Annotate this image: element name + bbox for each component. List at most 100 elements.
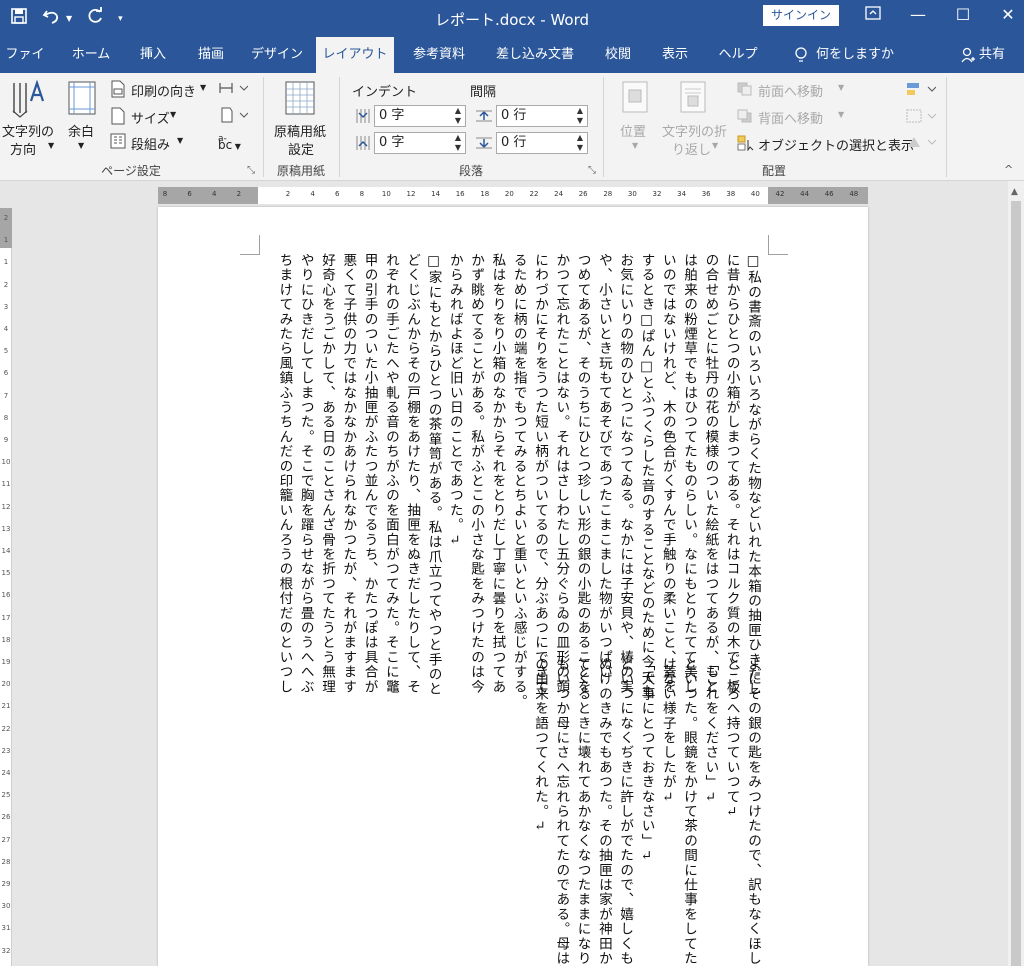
wrap-text-label-1[interactable]: 文字列の折	[662, 121, 727, 140]
text-line[interactable]: 悪くて子供の力ではなかなかあけられなかつたが、それがますます	[337, 253, 358, 694]
group-objects-icon[interactable]	[906, 109, 937, 127]
send-backward-button[interactable]: 背面へ移動	[758, 108, 823, 127]
tab-file[interactable]: ファイル	[0, 37, 50, 98]
collapse-ribbon-icon[interactable]: ^	[1004, 163, 1013, 176]
text-direction-label-2[interactable]: 方向	[10, 139, 36, 158]
tab-insert[interactable]: 挿入	[130, 37, 176, 73]
spinner-arrows-icon[interactable]: ▲ ▼	[455, 106, 461, 126]
scroll-thumb[interactable]	[1011, 201, 1021, 966]
text-line[interactable]: てくるときに壊れてあかなくなつたままになり、由緒	[572, 657, 593, 966]
bring-forward-button[interactable]: 前面へ移動	[758, 81, 823, 100]
chevron-down-icon[interactable]: ▼	[712, 141, 718, 150]
customize-icon[interactable]: ▾	[118, 14, 123, 24]
text-line[interactable]: れぞれの手ごたへや軋る音のちがふのを面白がつてみた。そこに鼈	[380, 253, 401, 694]
columns-button[interactable]: 段組み	[131, 134, 170, 153]
chevron-down-icon[interactable]: ▼	[170, 110, 176, 119]
margins-icon[interactable]	[68, 81, 96, 119]
tab-home[interactable]: ホーム	[62, 37, 120, 73]
minimize-icon[interactable]: —	[903, 5, 933, 24]
text-line[interactable]: 甲の引手のついた小抽匣がふたつ並んでるうち、かたつぽは具合が	[359, 253, 380, 694]
text-line[interactable]: の由来を語つてくれた。↵	[529, 657, 550, 836]
text-line[interactable]: □家にもとからひとつの茶箪笥がある。私は爪立つてやつと手のと	[423, 253, 444, 696]
margins-button[interactable]: 余白	[68, 121, 94, 140]
text-line[interactable]: 好奇心をうごかして、ある日のことさんざ骨を折つてたうとう無理	[316, 253, 337, 694]
indent-before-input[interactable]: 0 字 ▲ ▼	[374, 105, 466, 127]
spinner-arrows-icon[interactable]: ▲ ▼	[455, 133, 461, 153]
chevron-down-icon[interactable]: ▼	[177, 136, 183, 145]
chevron-down-icon[interactable]: ▼	[78, 141, 84, 150]
text-line[interactable]: □私の書斎のいろいろながらくた物などいれた本箱の抽匣ひきだし	[742, 253, 763, 696]
text-line[interactable]: といつた。眼鏡をかけて茶の間に仕事をしてた母はち	[678, 657, 699, 966]
spinner-arrows-icon[interactable]: ▲ ▼	[577, 106, 583, 126]
text-line[interactable]: るために柄の端を指でもつてみるとちよいと重いといふ感じがする。	[508, 253, 529, 709]
chevron-down-icon[interactable]: ▼	[632, 141, 638, 150]
tab-mailings[interactable]: 差し込み文書	[486, 37, 584, 73]
close-icon[interactable]: ✕	[993, 5, 1023, 24]
wrap-text-label-2[interactable]: り返し	[672, 139, 711, 158]
chevron-down-icon[interactable]: ▼	[48, 141, 54, 150]
text-direction-label-1[interactable]: 文字列の	[2, 121, 54, 140]
tab-help[interactable]: ヘルプ	[710, 37, 766, 73]
dialog-launcher-icon[interactable]: ⤡	[247, 165, 255, 176]
wrap-text-icon[interactable]	[680, 81, 706, 117]
text-line[interactable]: かつて忘れたことはない。それはさしわたし五分ぐらゐの皿形の頭	[550, 253, 571, 694]
text-direction-icon[interactable]	[10, 79, 50, 123]
text-line[interactable]: 「大事にとつておきなさい」↵	[636, 657, 657, 865]
text-line[interactable]: は舶来の粉煙草でもはひつてたものらしい。なにもとりたてて美し	[678, 253, 699, 694]
save-icon[interactable]	[10, 7, 28, 30]
ribbon-display-options-icon[interactable]	[858, 5, 888, 24]
text-line[interactable]: からみればよほど旧い日のことであつた。↵	[444, 253, 465, 549]
spinner-arrows-icon[interactable]: ▲ ▼	[577, 133, 583, 153]
text-line[interactable]: といつになくぢきに許しがでたので、嬉しくもあり、	[614, 657, 635, 966]
space-before-input[interactable]: 0 行 ▲ ▼	[496, 105, 588, 127]
hyphenation-button[interactable]: a-bc ▼	[218, 130, 241, 158]
scroll-up-icon[interactable]: ▲	[1011, 187, 1018, 197]
text-line[interactable]: するとき□ぱん□とふつくらした音のすることなどのために今でも	[636, 253, 657, 699]
text-line[interactable]: 「これをください」↵	[699, 657, 720, 806]
text-line[interactable]: や、小さいとき玩もてあそびであつたこまこました物がいつぱい	[593, 253, 614, 679]
tab-design[interactable]: デザイン	[246, 37, 308, 73]
rotate-icon[interactable]	[906, 135, 937, 153]
text-line[interactable]: の合せめごとに牡丹の花の模様のついた絵紙をはつてあるが、もと	[699, 253, 720, 694]
tab-review[interactable]: 校閲	[596, 37, 640, 73]
align-icon[interactable]	[906, 82, 937, 100]
maximize-icon[interactable]: ☐	[948, 5, 978, 24]
selection-pane-button[interactable]: オブジェクトの選択と表示	[758, 135, 914, 154]
document-page[interactable]: □私の書斎のいろいろながらくた物などいれた本箱の抽匣ひきだし に昔からひとつの小箱…	[158, 207, 868, 966]
text-line[interactable]: やりにひきだしてしまつた。そこで胸を躍らせながら畳のうへへぶ	[295, 253, 316, 694]
share-button[interactable]: 共有	[950, 37, 1016, 73]
signin-button[interactable]: サインイン	[763, 5, 839, 26]
text-line[interactable]: 私はをりをり小箱のなかからそれをとりだし丁寧に曇りを拭つてあ	[486, 253, 507, 694]
space-after-input[interactable]: 0 行 ▲ ▼	[496, 132, 588, 154]
text-line[interactable]: ぬけのきみでもあつた。その抽匣は家が神田からこの	[593, 657, 614, 966]
horizontal-ruler[interactable]: 8 6 4 2 2 4 6 8 10 12 14 16 18 20 22 24 26 28 30 32 34 36 38 40…	[158, 187, 868, 204]
size-button[interactable]: サイズ	[131, 108, 170, 127]
genkou-button-label-1[interactable]: 原稿用紙	[274, 121, 326, 140]
text-line[interactable]: にわづかにそりをうつた短い柄がついてるので、分ぶあつにできて	[529, 253, 550, 694]
tab-view[interactable]: 表示	[652, 37, 698, 73]
breaks-icon[interactable]	[218, 81, 249, 99]
text-line[interactable]: に昔からひとつの小箱がしまつてある。それはコルク質の木で、板	[721, 253, 742, 694]
genkou-icon[interactable]	[285, 81, 315, 119]
text-line[interactable]: どくじぶんからその戸棚をあけたり、抽匣をぬきだしたりして、そ	[401, 253, 422, 694]
text-line[interactable]: かず眺めてることがある。私がふとこの小さな匙をみつけたのは今	[465, 253, 486, 694]
tell-me-box[interactable]: 何をしますか	[784, 37, 904, 73]
line-numbers-icon[interactable]	[218, 107, 249, 127]
chevron-down-icon[interactable]: ▼	[838, 83, 844, 92]
vertical-ruler[interactable]: 2 1 1 2 3 4 5 6 7 8 9 10 11 12 13 14 15 16 17 18 19 20 21 22 23 2…	[0, 208, 12, 966]
tab-references[interactable]: 参考資料	[404, 37, 474, 73]
text-line[interactable]: お気にいりの物のひとつになつてゐる。なかには子安貝や、椿の実	[614, 253, 635, 694]
text-line[interactable]: けない様子をしたが↵	[657, 657, 678, 806]
vertical-scrollbar[interactable]: ▲	[1008, 181, 1024, 966]
redo-icon[interactable]	[86, 7, 104, 30]
position-button[interactable]: 位置	[620, 121, 646, 140]
indent-after-input[interactable]: 0 字 ▲ ▼	[374, 132, 466, 154]
undo-icon[interactable]	[42, 7, 62, 30]
orientation-button[interactable]: 印刷の向き	[131, 81, 196, 100]
tab-draw[interactable]: 描画	[188, 37, 234, 73]
tab-layout[interactable]: レイアウト	[316, 37, 394, 73]
text-line[interactable]: よにその銀の匙をみつけたので、訳もなくほしくなり	[742, 657, 763, 966]
chevron-down-icon[interactable]: ▼	[66, 14, 72, 23]
dialog-launcher-icon[interactable]: ⤡	[588, 165, 596, 176]
text-line[interactable]: ところへ持つていつて↵	[721, 657, 742, 821]
